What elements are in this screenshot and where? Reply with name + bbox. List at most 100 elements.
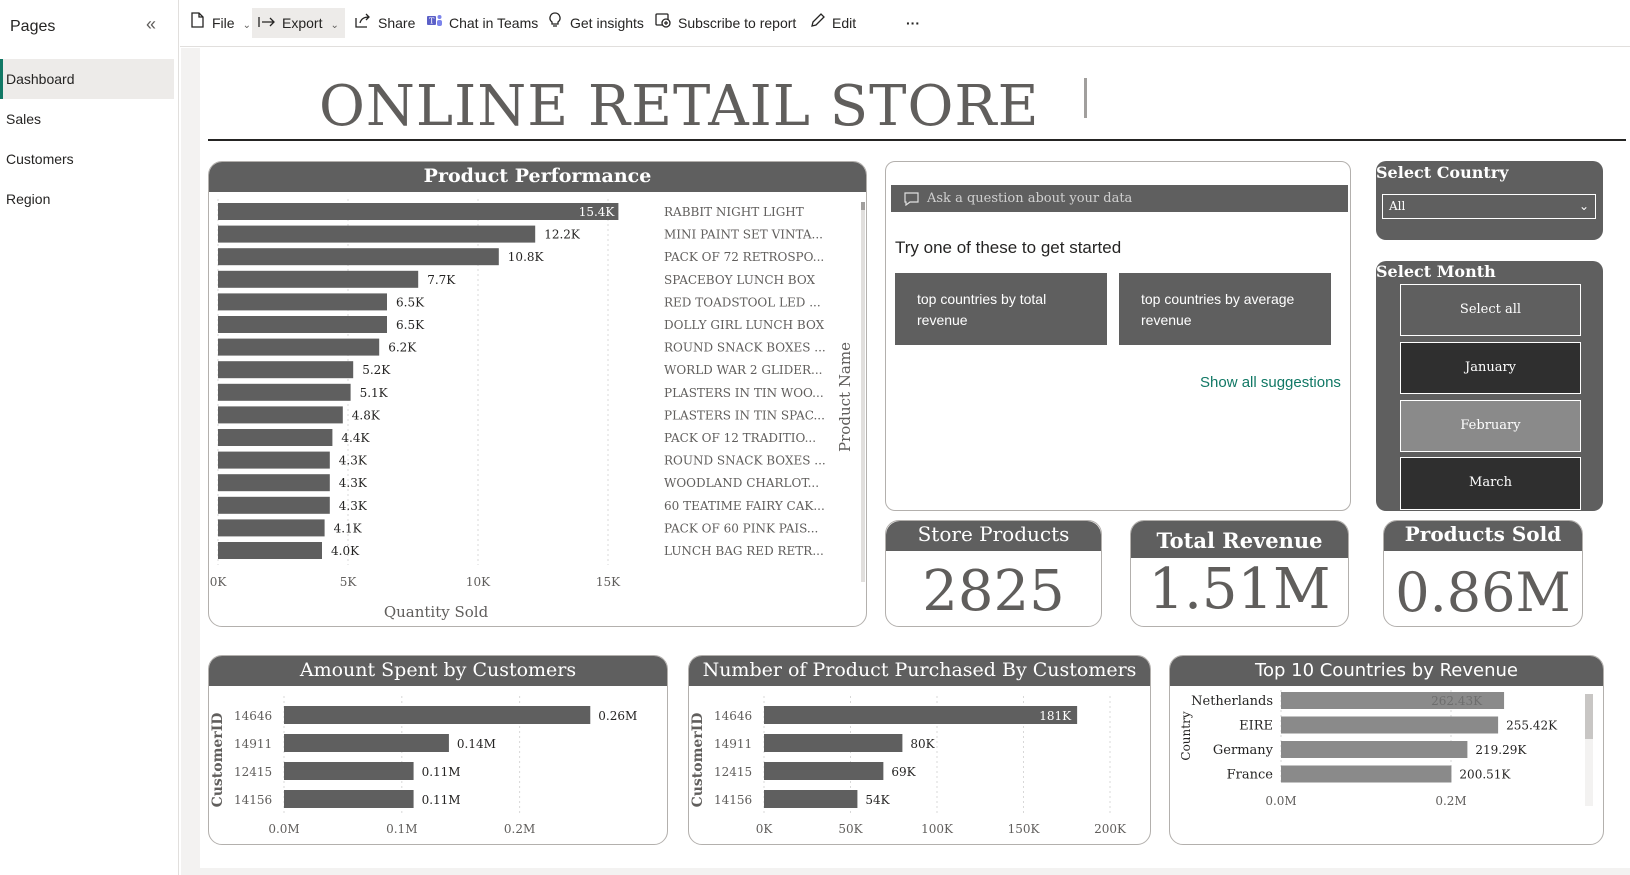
- get-insights-label: Get insights: [570, 15, 644, 31]
- pages-pane: Pages « Dashboard Sales Customers Region: [0, 0, 179, 875]
- chat-in-teams-button[interactable]: T Chat in Teams: [425, 8, 538, 38]
- data-label: 181K: [1039, 709, 1072, 723]
- data-label: 6.2K: [388, 341, 417, 355]
- x-tick-label: 0K: [210, 575, 228, 589]
- x-tick-label: 50K: [838, 822, 863, 836]
- country-dropdown-value: All: [1389, 199, 1406, 213]
- teams-icon: T: [425, 8, 443, 38]
- country-dropdown[interactable]: All ⌄: [1382, 194, 1596, 219]
- bar: [1281, 741, 1468, 758]
- edit-button[interactable]: Edit: [808, 8, 856, 38]
- bar: [218, 225, 536, 243]
- chevron-down-icon: ⌄: [242, 20, 251, 31]
- bar: [1281, 716, 1499, 734]
- data-label: 10.8K: [508, 250, 545, 264]
- products-purchased-title: Number of Product Purchased By Customers: [689, 656, 1150, 686]
- customer-id-label: 14646: [234, 709, 272, 723]
- top-countries-title: Top 10 Countries by Revenue: [1170, 656, 1603, 686]
- products-purchased-chart: 0K 50K 100K 150K 200K 14646 181K 14911 80K 12415 6…: [690, 696, 1127, 836]
- qa-suggestion-average-revenue[interactable]: top countries by average revenue: [1119, 273, 1331, 345]
- product-name-label: PACK OF 60 PINK PAIS...: [664, 521, 818, 535]
- bar: [1281, 765, 1452, 783]
- pencil-icon: [808, 8, 826, 38]
- product-performance-title: Product Performance: [209, 162, 866, 192]
- bar: [284, 762, 414, 780]
- country-label: Germany: [1213, 743, 1274, 758]
- page-item-customers[interactable]: Customers: [0, 139, 174, 179]
- month-option-select-all[interactable]: Select all: [1400, 284, 1581, 336]
- customer-id-label: 14911: [714, 737, 752, 751]
- total-revenue-card: Total Revenue 1.51M: [1130, 520, 1349, 627]
- x-tick-label: 10K: [466, 575, 491, 589]
- export-icon: [258, 8, 276, 38]
- product-name-label: PACK OF 12 TRADITIO...: [664, 431, 816, 445]
- bar: [218, 451, 330, 469]
- y-axis-title: CustomerID: [210, 713, 226, 808]
- x-tick-label: 15K: [596, 575, 621, 589]
- x-tick-label: 0.2M: [1435, 794, 1466, 808]
- month-option-march[interactable]: March: [1400, 457, 1581, 510]
- bar: [764, 734, 903, 752]
- data-label: 7.7K: [427, 273, 456, 287]
- chevron-down-icon: ⌄: [330, 20, 339, 31]
- scrollbar[interactable]: [861, 202, 865, 582]
- bar: [218, 203, 619, 220]
- bar: [218, 542, 322, 559]
- month-option-january[interactable]: January: [1400, 342, 1581, 394]
- product-name-label: MINI PAINT SET VINTA...: [664, 228, 823, 242]
- data-label: 4.1K: [334, 521, 363, 535]
- y-axis-title: Product Name: [836, 342, 854, 452]
- chat-bubble-icon: [904, 192, 919, 211]
- data-label: 4.4K: [341, 431, 370, 445]
- file-icon: [188, 8, 206, 38]
- subscribe-label: Subscribe to report: [678, 15, 797, 31]
- qa-suggestion-total-revenue[interactable]: top countries by total revenue: [895, 273, 1107, 345]
- customer-id-label: 14646: [714, 709, 752, 723]
- subscribe-button[interactable]: Subscribe to report: [654, 8, 796, 38]
- bar: [218, 429, 333, 446]
- customer-id-label: 14911: [234, 737, 272, 751]
- pages-title: Pages: [10, 18, 56, 35]
- country-slicer: Select Country All ⌄: [1376, 161, 1603, 240]
- bar: [218, 338, 380, 356]
- country-slicer-title: Select Country: [1376, 163, 1509, 182]
- x-tick-label: 0.0M: [1265, 794, 1296, 808]
- export-menu-button[interactable]: Export ⌄: [252, 8, 345, 38]
- x-tick-label: 0.0M: [268, 822, 299, 836]
- x-tick-label: 100K: [921, 822, 954, 836]
- product-name-label: SPACEBOY LUNCH BOX: [664, 273, 815, 287]
- data-label: 15.4K: [579, 205, 616, 219]
- store-products-label: Store Products: [886, 521, 1101, 551]
- bar: [218, 270, 419, 288]
- file-menu-button[interactable]: File ⌄: [188, 8, 251, 38]
- bar: [218, 316, 387, 333]
- share-label: Share: [378, 15, 416, 31]
- text-cursor: [1084, 78, 1087, 118]
- data-label: 0.11M: [422, 765, 461, 779]
- data-label: 219.29K: [1475, 743, 1527, 757]
- bar: [218, 496, 330, 514]
- data-label: 80K: [910, 737, 935, 751]
- x-tick-label: 200K: [1094, 822, 1127, 836]
- lightbulb-icon: [546, 8, 564, 38]
- product-performance-chart: 0K 5K 10K 15K 15.4K RABBIT NIGHT LIGHT 12.2K MI…: [210, 199, 854, 621]
- customer-id-label: 14156: [234, 793, 272, 807]
- qa-search-input[interactable]: Ask a question about your data: [891, 185, 1348, 212]
- country-label: EIRE: [1239, 719, 1273, 734]
- page-item-sales[interactable]: Sales: [0, 99, 174, 139]
- page-item-region[interactable]: Region: [0, 179, 174, 219]
- show-all-suggestions-link[interactable]: Show all suggestions: [1200, 374, 1341, 391]
- qa-hint-text: Try one of these to get started: [895, 238, 1122, 257]
- more-options-button[interactable]: ···: [906, 8, 920, 38]
- top-countries-chart: 0.0M 0.2M Netherlands 262.43K EIRE 255.42K Ger…: [1179, 690, 1558, 808]
- data-label: 0.14M: [457, 737, 496, 751]
- collapse-pane-icon[interactable]: «: [146, 14, 156, 35]
- share-button[interactable]: Share: [354, 8, 415, 38]
- data-label: 5.1K: [360, 386, 389, 400]
- page-item-dashboard[interactable]: Dashboard: [0, 59, 174, 99]
- month-option-february[interactable]: February: [1400, 400, 1581, 452]
- scrollbar[interactable]: [1585, 694, 1593, 806]
- data-label: 5.2K: [362, 363, 391, 377]
- get-insights-button[interactable]: Get insights: [546, 8, 644, 38]
- product-name-label: PLASTERS IN TIN SPAC...: [664, 408, 825, 422]
